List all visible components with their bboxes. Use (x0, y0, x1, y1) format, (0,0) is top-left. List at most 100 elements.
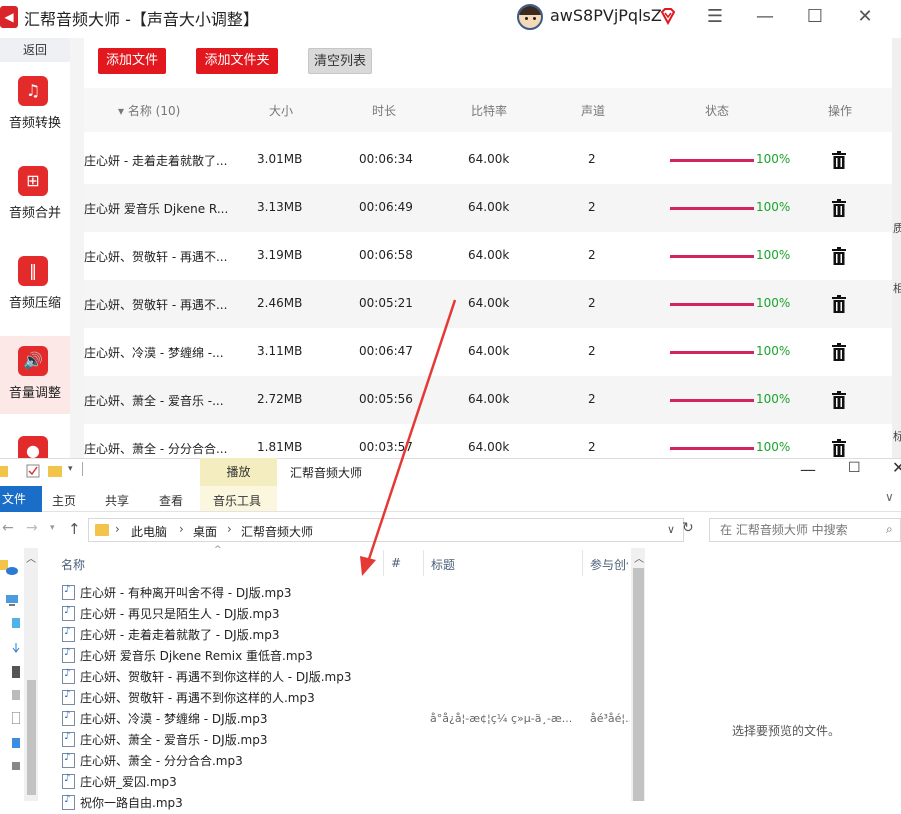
back-arrow-icon[interactable]: ← (2, 520, 14, 536)
add-file-button[interactable]: 添加文件 (98, 48, 166, 74)
col-header-participating-artist[interactable]: 参与创作 (590, 556, 628, 573)
explorer-minimize-button[interactable]: — (800, 460, 816, 479)
progress-bar (670, 303, 754, 306)
status-percent: 100% (756, 392, 791, 406)
file-list-item[interactable]: 祝你一路自由.mp3 (62, 794, 183, 814)
music-icon[interactable] (12, 666, 20, 678)
breadcrumb-desktop[interactable]: 桌面 (193, 523, 217, 540)
trash-icon[interactable] (832, 343, 846, 361)
this-pc-icon[interactable] (6, 594, 18, 606)
explorer-maximize-button[interactable]: ☐ (848, 460, 861, 476)
chevron-up-icon[interactable]: ︿ (634, 550, 644, 565)
file-list-item[interactable]: 庄心妍 - 有种离开叫舍不得 - DJ版.mp3 (62, 584, 291, 604)
search-icon[interactable]: ⌕ (886, 522, 893, 537)
maximize-button[interactable]: ☐ (800, 4, 830, 30)
3d-objects-icon[interactable] (12, 618, 20, 630)
right-panel-label: 质 (893, 222, 901, 235)
file-list-item[interactable]: 庄心妍 爱音乐 Djkene Remix 重低音.mp3 (62, 647, 313, 667)
col-header-number[interactable]: # (391, 556, 401, 570)
file-list-scrollbar-thumb[interactable] (633, 568, 644, 801)
col-header-title[interactable]: 标题 (431, 556, 455, 573)
preview-pane-hint: 选择要预览的文件。 (732, 724, 841, 738)
add-folder-button[interactable]: 添加文件夹 (196, 48, 278, 74)
tab-file[interactable]: 文件 (0, 486, 42, 512)
search-input[interactable]: 在 汇帮音频大师 中搜索 (709, 518, 901, 542)
recent-dropdown-icon[interactable]: ▾ (50, 523, 55, 533)
nav-scrollbar-thumb[interactable] (27, 680, 36, 795)
breadcrumb-folder[interactable]: 汇帮音频大师 (241, 523, 313, 540)
trash-icon[interactable] (832, 151, 846, 169)
user-avatar[interactable] (517, 4, 543, 30)
close-button[interactable]: ✕ (850, 4, 880, 30)
explorer-close-button[interactable]: ✕ (892, 458, 901, 477)
table-row[interactable]: 庄心妍 爱音乐 Djkene R... 3.13MB 00:06:49 64.00k 2… (84, 184, 892, 232)
bitrate-cell: 64.00k (468, 440, 510, 454)
minimize-button[interactable]: — (750, 4, 780, 30)
trash-icon[interactable] (832, 439, 846, 457)
tab-share[interactable]: 共享 (105, 492, 129, 509)
file-list-item[interactable]: 庄心妍 - 走着走着就散了 - DJ版.mp3 (62, 626, 279, 646)
clear-list-button[interactable]: 清空列表 (308, 48, 372, 74)
audio-file-icon (62, 731, 75, 747)
channels-cell: 2 (588, 344, 596, 358)
sidebar-item-volume-adjust[interactable]: 🔊 音量调整 (0, 336, 70, 414)
trash-icon[interactable] (832, 295, 846, 313)
sidebar-item-audio-convert[interactable]: ♫ 音频转换 (0, 66, 70, 144)
file-list-item[interactable]: 庄心妍 - 再见只是陌生人 - DJ版.mp3 (62, 605, 279, 625)
file-list-item[interactable]: 庄心妍、冷漠 - 梦缠绵 - DJ版.mp3 (62, 710, 267, 730)
table-row[interactable]: 庄心妍 - 走着走着就散了... 3.01MB 00:06:34 64.00k 2 100… (84, 136, 892, 184)
sidebar-divider (70, 38, 84, 458)
file-list-item[interactable]: 庄心妍、萧全 - 分分合合.mp3 (62, 752, 243, 772)
trash-icon[interactable] (832, 199, 846, 217)
drive-icon[interactable] (12, 760, 20, 772)
tab-view[interactable]: 查看 (159, 492, 183, 509)
downloads-icon[interactable] (12, 643, 20, 655)
audio-file-icon (62, 584, 75, 600)
col-header-name[interactable]: 名称 (61, 556, 85, 573)
trash-icon[interactable] (832, 247, 846, 265)
menu-button[interactable]: ☰ (700, 4, 730, 30)
file-title-cell: å°å¿å¦-æ¢¦ç¼ ç»µ-ä¸-æ... (430, 712, 573, 725)
documents-icon[interactable] (12, 712, 20, 724)
tab-play-context[interactable]: 播放 (200, 458, 277, 486)
sidebar-item-audio-compress[interactable]: ‖ 音频压缩 (0, 246, 70, 324)
channels-cell: 2 (588, 440, 596, 454)
channels-cell: 2 (588, 200, 596, 214)
file-list-item[interactable]: 庄心妍_爱囚.mp3 (62, 773, 177, 793)
file-name: 庄心妍、贺敬轩 - 再遇不到你这样的人.mp3 (80, 691, 315, 705)
tab-music-tools[interactable]: 音乐工具 (213, 492, 261, 509)
new-folder-icon[interactable] (48, 463, 62, 477)
forward-arrow-icon[interactable]: → (26, 520, 38, 536)
properties-icon[interactable] (26, 463, 40, 478)
table-row[interactable]: 庄心妍、贺敬轩 - 再遇不... 3.19MB 00:06:58 64.00k 2 100… (84, 232, 892, 280)
address-bar[interactable]: › 此电脑 › 桌面 › 汇帮音频大师 ∨ (88, 518, 684, 542)
up-arrow-icon[interactable]: ↑ (68, 520, 81, 538)
file-size-cell: 3.19MB (257, 248, 303, 262)
chevron-down-icon[interactable]: ∨ (667, 523, 675, 536)
table-row[interactable]: 庄心妍、贺敬轩 - 再遇不... 2.46MB 00:05:21 64.00k 2 100… (84, 280, 892, 328)
trash-icon[interactable] (832, 391, 846, 409)
chevron-up-icon[interactable]: ︿ (26, 550, 36, 565)
refresh-icon[interactable]: ↻ (682, 520, 694, 536)
onedrive-icon[interactable] (6, 564, 18, 576)
col-header-name[interactable]: ▾ 名称 (10) (118, 102, 180, 119)
file-list-item[interactable]: 庄心妍、贺敬轩 - 再遇不到你这样的人 - DJ版.mp3 (62, 668, 351, 688)
sidebar-item-audio-merge[interactable]: ⊞ 音频合并 (0, 156, 70, 234)
table-row[interactable]: 庄心妍、冷漠 - 梦缠绵 -... 3.11MB 00:06:47 64.00k 2 10… (84, 328, 892, 376)
file-list-item[interactable]: 庄心妍、贺敬轩 - 再遇不到你这样的人.mp3 (62, 689, 315, 709)
pictures-icon[interactable] (12, 690, 20, 702)
back-button[interactable]: 返回 (0, 38, 70, 62)
col-header-status: 状态 (705, 104, 730, 118)
table-row[interactable]: 庄心妍、萧全 - 爱音乐 -... 2.72MB 00:05:56 64.00k 2 10… (84, 376, 892, 424)
tab-home[interactable]: 主页 (52, 492, 76, 509)
diamond-icon[interactable] (660, 7, 676, 25)
quick-access-dropdown-icon[interactable]: ▾ (68, 464, 73, 474)
file-size-cell: 2.46MB (257, 296, 303, 310)
desktop-icon[interactable] (12, 738, 20, 750)
ribbon-expand-icon[interactable]: ∨ (885, 490, 894, 504)
file-list-item[interactable]: 庄心妍、萧全 - 爱音乐 - DJ版.mp3 (62, 731, 267, 751)
breadcrumb-this-pc[interactable]: 此电脑 (131, 523, 167, 540)
username[interactable]: awS8PVjPqlsZ (550, 6, 662, 25)
sidebar-item-record[interactable]: ● (0, 426, 70, 458)
file-size-cell: 1.81MB (257, 440, 303, 454)
